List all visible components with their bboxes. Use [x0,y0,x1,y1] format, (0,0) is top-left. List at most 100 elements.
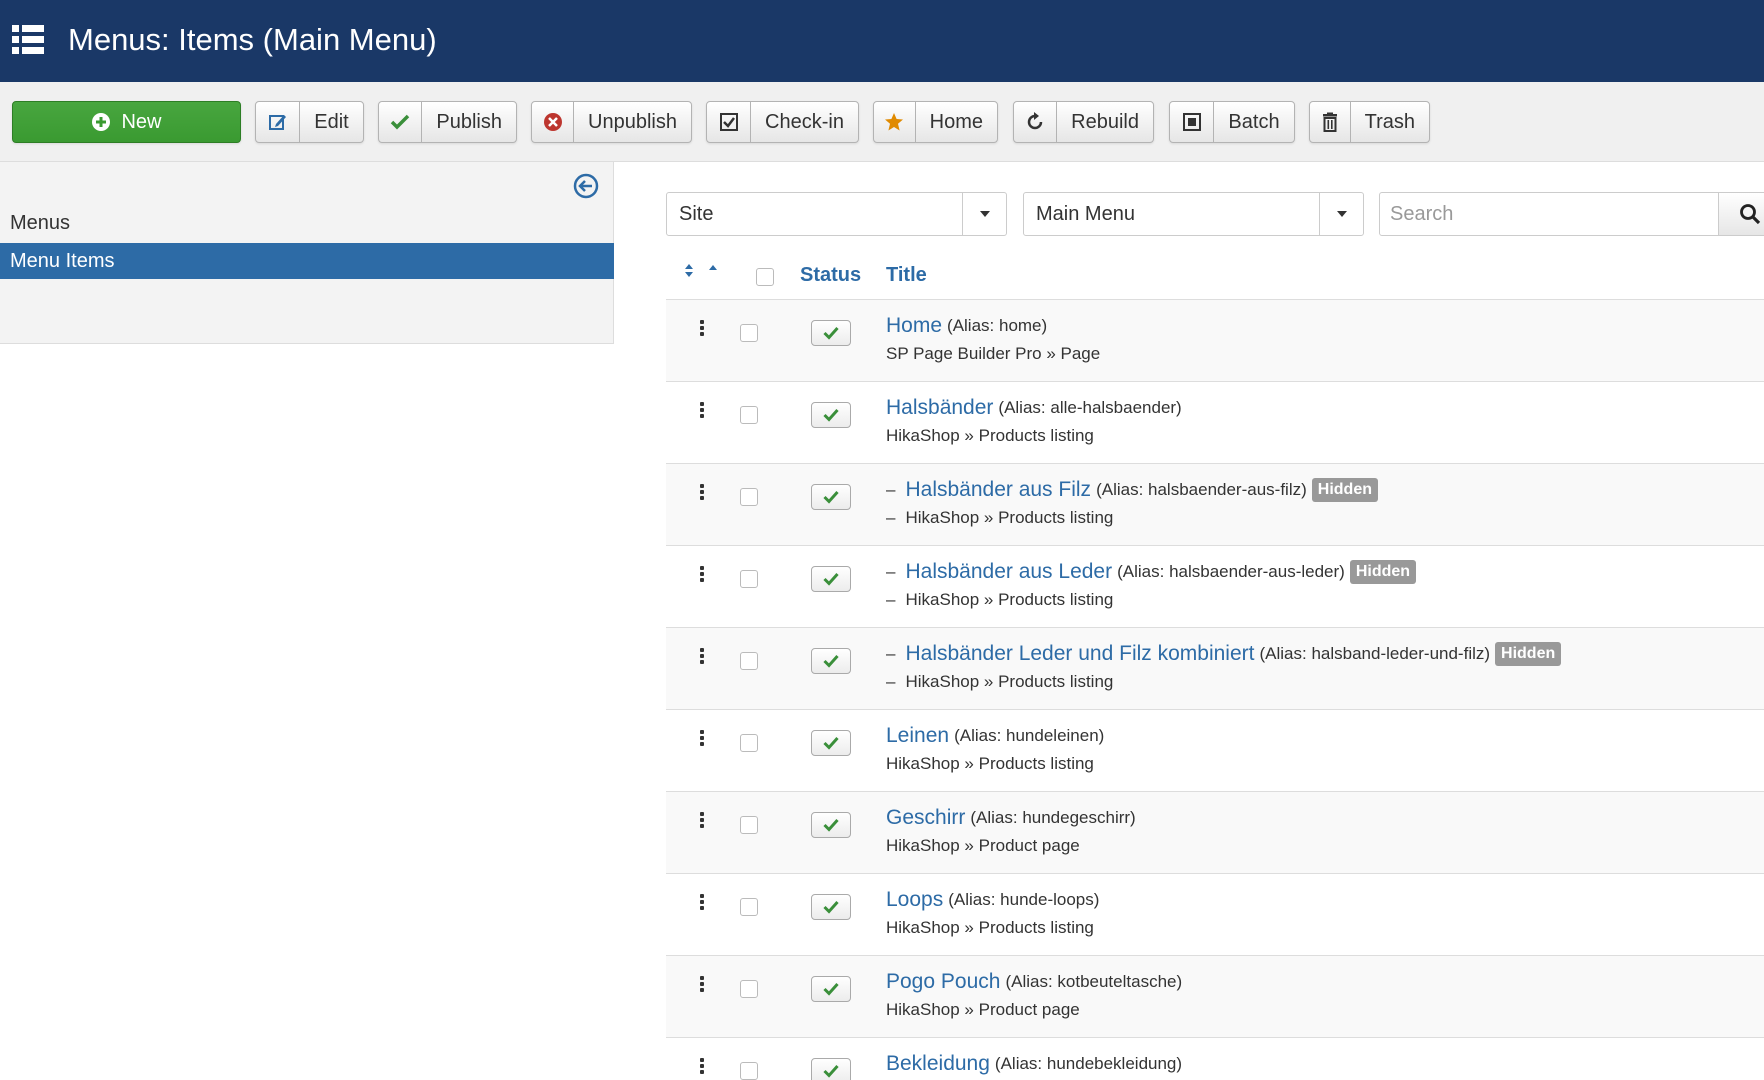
drag-handle-icon[interactable] [700,976,704,996]
row-checkbox[interactable] [740,734,758,752]
row-checkbox[interactable] [740,406,758,424]
item-type: SP Page Builder Pro » Page [886,344,1101,363]
item-type: HikaShop » Products listing [905,590,1114,609]
checkbox-icon [719,113,738,131]
checkin-button-label: Check-in [765,110,844,133]
table-row: Geschirr (Alias: hundegeschirr) HikaShop »… [666,792,1764,874]
item-type: HikaShop » Products listing [905,508,1114,527]
row-checkbox[interactable] [740,324,758,342]
row-checkbox[interactable] [740,488,758,506]
published-status-button[interactable] [811,1058,851,1080]
check-icon [823,736,839,750]
published-status-button[interactable] [811,730,851,756]
sort-ordering-icon[interactable] [683,262,723,280]
row-checkbox[interactable] [740,1062,758,1080]
page-title: Menus: Items (Main Menu) [68,22,437,57]
item-type: HikaShop » Product page [886,1000,1080,1019]
star-icon [885,113,904,131]
drag-handle-icon[interactable] [700,402,704,422]
batch-button[interactable]: Batch [1169,101,1295,143]
drag-handle-icon[interactable] [700,812,704,832]
status-column-header[interactable]: Status [800,264,861,287]
check-icon [390,114,410,130]
search-input[interactable] [1379,192,1719,236]
check-icon [823,1064,839,1078]
item-title-link[interactable]: Halsbänder aus Filz [905,478,1091,502]
published-status-button[interactable] [811,812,851,838]
row-checkbox[interactable] [740,898,758,916]
search-button[interactable] [1718,192,1764,236]
edit-icon [268,115,286,130]
rebuild-button-label: Rebuild [1071,110,1139,133]
search-icon [1740,204,1761,225]
edit-button[interactable]: Edit [255,101,364,143]
row-checkbox[interactable] [740,980,758,998]
drag-handle-icon[interactable] [700,484,704,504]
item-type: HikaShop » Product page [886,836,1080,855]
level-indent: – [886,590,896,609]
plus-circle-icon [92,113,111,131]
published-status-button[interactable] [811,484,851,510]
checkin-button[interactable]: Check-in [706,101,859,143]
published-status-button[interactable] [811,320,851,346]
table-row: – Halsbänder Leder und Filz kombiniert (Al… [666,628,1764,710]
trash-button[interactable]: Trash [1309,101,1430,143]
row-checkbox[interactable] [740,570,758,588]
client-select[interactable]: Site [666,192,1007,236]
item-alias: (Alias: hunde-loops) [948,890,1100,909]
item-type: HikaShop » Products listing [905,672,1114,691]
check-icon [823,572,839,586]
published-status-button[interactable] [811,648,851,674]
item-title-link[interactable]: Geschirr [886,806,965,830]
hidden-badge: Hidden [1311,478,1378,502]
row-checkbox[interactable] [740,652,758,670]
drag-handle-icon[interactable] [700,730,704,750]
item-title-link[interactable]: Pogo Pouch [886,970,1000,994]
published-status-button[interactable] [811,566,851,592]
item-title-link[interactable]: Halsbänder [886,396,993,420]
published-status-button[interactable] [811,402,851,428]
drag-handle-icon[interactable] [700,1058,704,1078]
table-row: Pogo Pouch (Alias: kotbeuteltasche) HikaSh… [666,956,1764,1038]
title-column-header[interactable]: Title [886,264,927,287]
published-status-button[interactable] [811,976,851,1002]
item-title-link[interactable]: Halsbänder Leder und Filz kombiniert [905,642,1254,666]
check-icon [823,408,839,422]
home-button-label: Home [929,110,983,133]
item-alias: (Alias: halsbaender-aus-leder) [1117,562,1345,581]
x-circle-icon [543,113,562,131]
item-title-link[interactable]: Home [886,314,942,338]
drag-handle-icon[interactable] [700,566,704,586]
menu-select[interactable]: Main Menu [1023,192,1364,236]
caret-down-icon [979,211,990,217]
check-icon [823,490,839,504]
hidden-badge: Hidden [1495,642,1562,666]
toolbar: New Edit Publish Unpublish Check-in Home… [0,82,1764,162]
item-title-link[interactable]: Leinen [886,724,949,748]
new-button[interactable]: New [12,101,241,143]
item-type: HikaShop » Products listing [886,426,1094,445]
check-all-checkbox[interactable] [756,268,774,286]
item-title-link[interactable]: Halsbänder aus Leder [905,560,1112,584]
row-checkbox[interactable] [740,816,758,834]
check-icon [823,326,839,340]
published-status-button[interactable] [811,894,851,920]
item-alias: (Alias: hundegeschirr) [970,808,1136,827]
batch-button-label: Batch [1228,110,1280,133]
refresh-icon [1027,112,1043,130]
table-row: Halsbänder (Alias: alle-halsbaender) HikaS… [666,382,1764,464]
rebuild-button[interactable]: Rebuild [1013,101,1154,143]
arrow-left-circle-icon[interactable] [573,173,599,199]
home-button[interactable]: Home [873,101,998,143]
hidden-badge: Hidden [1349,560,1417,584]
publish-button[interactable]: Publish [378,101,517,143]
sidebar-item-menu-items[interactable]: Menu Items [0,243,614,279]
drag-handle-icon[interactable] [700,320,704,340]
drag-handle-icon[interactable] [700,648,704,668]
sidebar: Menus Menu Items [0,162,614,344]
item-title-link[interactable]: Loops [886,888,943,912]
item-title-link[interactable]: Bekleidung [886,1052,990,1076]
drag-handle-icon[interactable] [700,894,704,914]
unpublish-button[interactable]: Unpublish [531,101,692,143]
sidebar-item-menus[interactable]: Menus [0,205,614,241]
